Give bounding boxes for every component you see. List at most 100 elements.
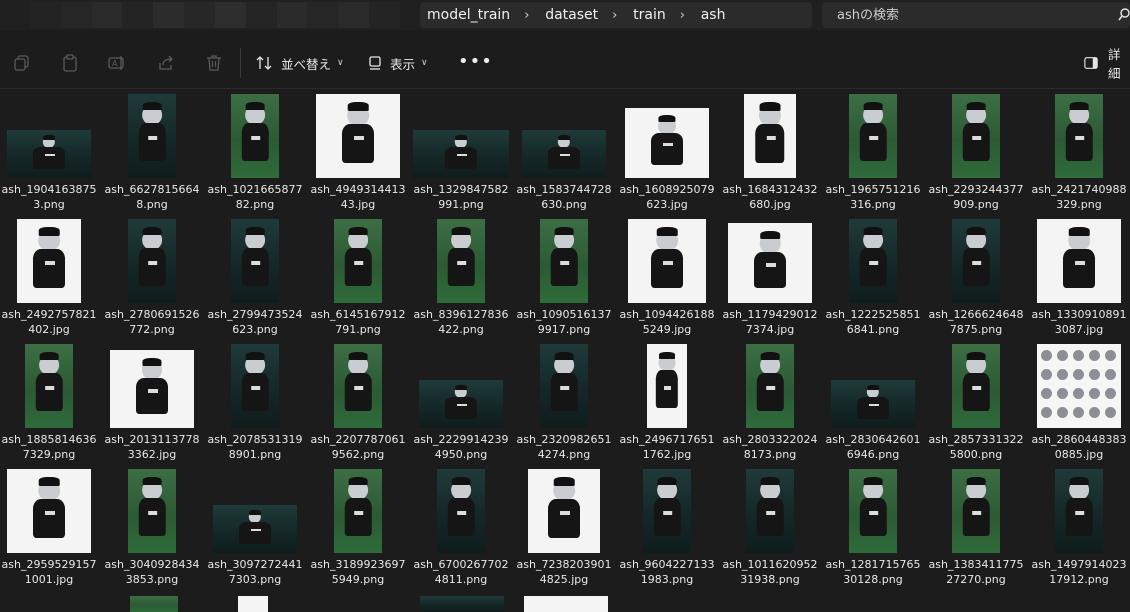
file-thumbnail[interactable] [103,469,201,553]
file-name: ash_1583744728 630.png [515,182,613,212]
file-thumbnail[interactable] [420,596,504,612]
file-thumbnail[interactable] [927,94,1025,178]
file-thumbnail[interactable] [206,219,304,303]
file-name: ash_2860448383 0885.jpg [1030,432,1128,462]
file-thumbnail[interactable] [824,469,922,553]
file-name-line: 17912.png [1049,573,1109,586]
file-thumbnail[interactable] [0,219,98,303]
file-thumbnail[interactable] [130,596,178,612]
file-thumbnail[interactable] [1030,344,1128,428]
file-thumbnail[interactable] [309,94,407,178]
file-thumbnail[interactable] [309,219,407,303]
file-thumbnail[interactable] [721,219,819,303]
file-name-line: 1001.jpg [24,573,74,586]
file-name-line: ash_1222525851 [825,308,921,321]
breadcrumb-item[interactable]: dataset [538,7,598,23]
file-thumbnail[interactable] [103,219,201,303]
search-input[interactable] [822,2,1107,28]
file-thumbnail[interactable] [238,596,268,612]
thumbnail-image [231,94,279,178]
sort-icon [256,56,272,70]
share-icon[interactable] [157,54,175,72]
file-name-line: ash_2492757821 [1,308,97,321]
breadcrumb-item[interactable]: train [626,7,666,23]
file-thumbnail[interactable] [927,469,1025,553]
breadcrumb-item[interactable]: model_train [420,7,510,23]
file-thumbnail[interactable] [206,469,304,553]
file-thumbnail[interactable] [927,219,1025,303]
file-name: ash_3040928434 3853.png [103,557,201,587]
file-thumbnail[interactable] [824,219,922,303]
file-thumbnail[interactable] [0,469,98,553]
file-thumbnail[interactable] [824,94,922,178]
file-thumbnail[interactable] [1030,94,1128,178]
view-button[interactable]: 表示 ∨ [368,50,428,76]
file-thumbnail[interactable] [309,344,407,428]
chevron-right-icon[interactable]: › [510,8,538,23]
file-name-line: ash_1583744728 [516,183,612,196]
more-options-icon[interactable]: ••• [458,53,493,71]
file-thumbnail[interactable] [412,469,510,553]
file-name-line: 623.png [232,323,278,336]
chevron-right-icon[interactable]: › [666,8,694,23]
blurred-title-area [30,2,400,28]
file-thumbnail[interactable] [1030,469,1128,553]
search-box[interactable] [822,2,1130,28]
file-thumbnail[interactable] [618,94,716,178]
file-thumbnail[interactable] [927,344,1025,428]
file-thumbnail[interactable] [515,94,613,178]
file-thumbnail[interactable] [103,344,201,428]
file-name: ash_2780691526 772.png [103,307,201,337]
breadcrumb[interactable]: model_train › dataset › train › ash [420,2,812,28]
file-name: ash_2803322024 8173.png [721,432,819,462]
file-name-line: 4950.png [434,448,488,461]
file-thumbnail[interactable] [515,469,613,553]
chevron-down-icon: ∨ [421,58,428,68]
file-name-line: 82.png [235,198,275,211]
file-name-line: 791.png [335,323,381,336]
file-thumbnail[interactable] [0,344,98,428]
file-thumbnail[interactable] [1030,219,1128,303]
address-bar: model_train › dataset › train › ash [0,0,1130,30]
file-thumbnail[interactable] [618,469,716,553]
file-name: ash_1011620952 31938.png [721,557,819,587]
file-name: ash_2496717651 1762.jpg [618,432,716,462]
file-name: ash_2421740988 329.png [1030,182,1128,212]
sort-button[interactable]: 並べ替え ∨ [256,50,344,76]
file-name-line: 623.jpg [646,198,688,211]
file-thumbnail[interactable] [309,469,407,553]
file-thumbnail[interactable] [0,94,98,178]
file-thumbnail[interactable] [103,94,201,178]
paste-icon[interactable] [61,54,79,72]
trash-icon[interactable] [205,54,223,72]
file-thumbnail[interactable] [824,344,922,428]
file-thumbnail[interactable] [515,219,613,303]
thumbnail-image [1055,94,1103,178]
file-name-line: 0885.jpg [1054,448,1104,461]
file-name-line: ash_1329847582 [413,183,509,196]
file-name: ash_2320982651 4274.png [515,432,613,462]
file-thumbnail[interactable] [721,469,819,553]
breadcrumb-item[interactable]: ash [694,7,726,23]
file-thumbnail[interactable] [412,344,510,428]
file-thumbnail[interactable] [206,344,304,428]
chevron-right-icon[interactable]: › [598,8,626,23]
file-name: ash_2492757821 402.jpg [0,307,98,337]
search-icon[interactable] [1118,8,1130,22]
file-thumbnail[interactable] [524,596,608,612]
file-thumbnail[interactable] [721,344,819,428]
file-thumbnail[interactable] [618,344,716,428]
file-thumbnail[interactable] [412,94,510,178]
file-thumbnail[interactable] [412,219,510,303]
file-name-line: ash_2078531319 [207,433,303,446]
copy-icon[interactable] [13,54,31,72]
thumbnail-image [231,219,279,303]
thumbnail-image [1037,344,1121,428]
details-pane-button[interactable]: 詳細 [1084,47,1130,81]
file-thumbnail[interactable] [515,344,613,428]
file-thumbnail[interactable] [618,219,716,303]
rename-icon[interactable]: A [108,54,126,72]
file-thumbnail[interactable] [206,94,304,178]
file-thumbnail[interactable] [721,94,819,178]
details-pane-icon [1084,57,1098,69]
